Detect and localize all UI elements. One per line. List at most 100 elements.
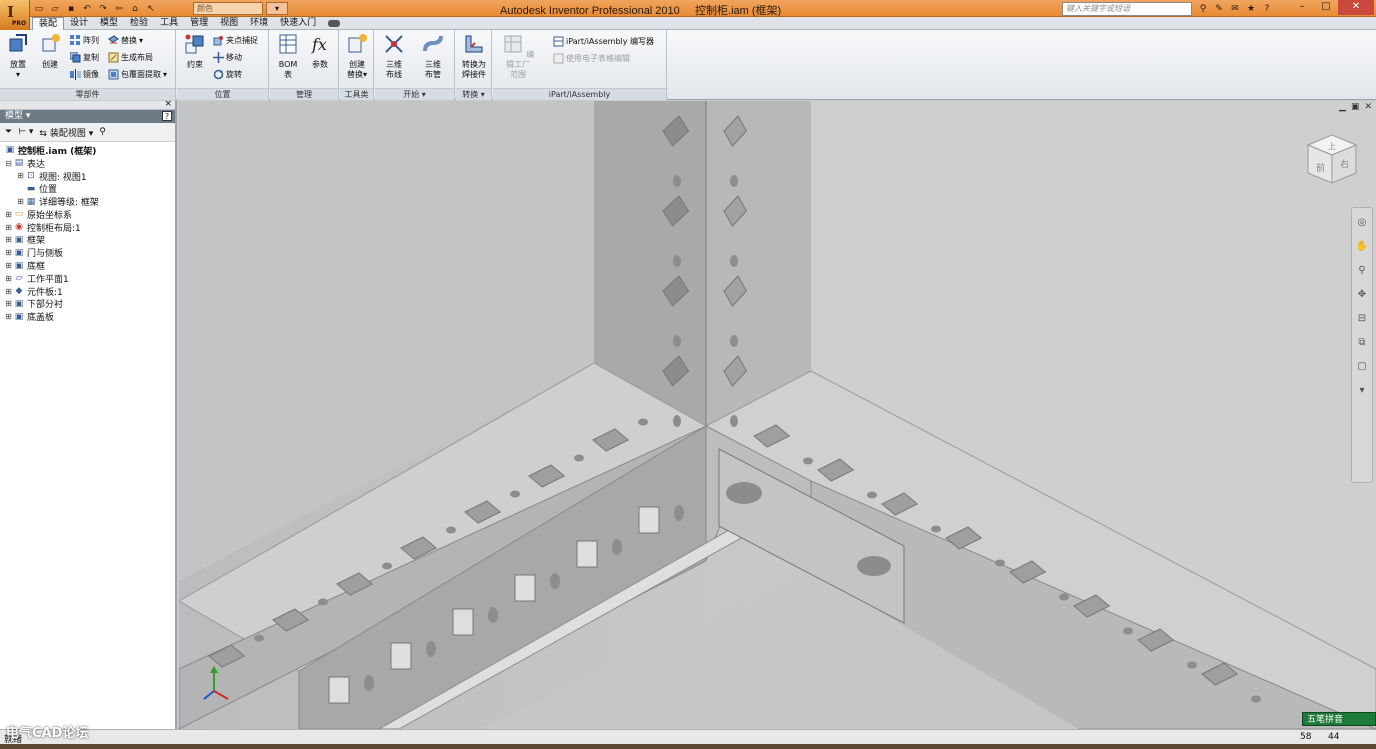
ribbon-minimize-toggle[interactable]	[328, 20, 341, 27]
wrench-icon[interactable]: ✎	[1212, 2, 1226, 15]
save-icon[interactable]: ▪	[64, 2, 78, 15]
edit-via-spreadsheet-button[interactable]: 使用电子表格编辑	[553, 51, 630, 65]
make-layout-button[interactable]: 生成布局	[108, 50, 153, 64]
tab-view[interactable]: 视图	[214, 17, 244, 30]
panel-component-label[interactable]: 零部件	[0, 88, 175, 100]
tree-expander[interactable]: ⊞	[4, 210, 13, 219]
tree-node[interactable]: ⊞ ▣ 框架	[4, 234, 175, 247]
tree-node[interactable]: ⊞ ◉ 控制柜布局:1	[4, 221, 175, 234]
pattern-button[interactable]: 阵列	[70, 33, 99, 47]
tab-get-started[interactable]: 快速入门	[274, 17, 322, 30]
browser-title-bar[interactable]: 模型 ▾ ?	[0, 110, 175, 123]
tree-expander[interactable]: ⊟	[4, 159, 13, 168]
undo-icon[interactable]: ↶	[80, 2, 94, 15]
redo-icon[interactable]: ↷	[96, 2, 110, 15]
find-icon[interactable]: ⚲	[99, 127, 106, 137]
tube-pipe-button[interactable]: 三维 布管	[417, 33, 449, 80]
tree-node[interactable]: ▬ 位置	[4, 182, 175, 196]
tree-node[interactable]: ⊞ ▦ 详细等级: 框架	[4, 195, 175, 209]
update-icon[interactable]: ⌂	[128, 2, 142, 15]
viewport-restore-icon[interactable]: ▣	[1351, 102, 1360, 112]
move-button[interactable]: 移动	[213, 50, 242, 64]
tree-expander[interactable]: ⊞	[4, 299, 13, 308]
constrain-button[interactable]: 约束	[179, 33, 211, 70]
assembly-view-dropdown[interactable]: ⇆ 装配视图 ▾	[39, 126, 93, 139]
tree-node[interactable]: ⊞ ◆ 元件板:1	[4, 285, 175, 298]
navbar-options-icon[interactable]: ▾	[1353, 382, 1371, 400]
tree-node[interactable]: ⊞ ⊡ 视图: 视图1	[4, 170, 175, 183]
communication-icon[interactable]: ✉	[1228, 2, 1242, 15]
create-button[interactable]: 创建	[34, 33, 66, 70]
rotate-button[interactable]: 旋转	[213, 67, 242, 81]
bom-button[interactable]: BOM 表	[272, 33, 304, 80]
replace-button[interactable]: 替换 ▾	[108, 33, 143, 47]
tree-node[interactable]: ⊟ ▤ 表达	[4, 157, 175, 170]
tab-model[interactable]: 模型	[94, 17, 124, 30]
zoom-icon[interactable]: ⚲	[1353, 262, 1371, 280]
tree-node[interactable]: ⊞ ▣ 下部分衬	[4, 298, 175, 311]
tree-expander[interactable]: ⊞	[4, 274, 13, 283]
appearance-combo[interactable]: 颜色	[193, 2, 263, 15]
new-icon[interactable]: ▭	[32, 2, 46, 15]
orbit-icon[interactable]: ✥	[1353, 286, 1371, 304]
ime-indicator[interactable]: 五笔拼音	[1302, 712, 1376, 726]
zoom-all-icon[interactable]: ⧉	[1353, 334, 1371, 352]
tab-manage[interactable]: 管理	[184, 17, 214, 30]
pan-icon[interactable]: ✋	[1353, 238, 1371, 256]
create-substitute-button[interactable]: 创建 替换▾	[341, 33, 373, 80]
edit-factory-scope-button[interactable]: 编辑工厂 范围	[498, 33, 538, 80]
convert-to-weldment-button[interactable]: 转换为 焊接件	[458, 33, 490, 80]
help-search-input[interactable]: 键入关键字或短语	[1062, 2, 1192, 16]
tree-expander[interactable]: ⊞	[4, 248, 13, 257]
tree-expander[interactable]: ⊞	[4, 261, 13, 270]
tree-expander[interactable]: ⊞	[4, 287, 13, 296]
tab-design[interactable]: 设计	[64, 17, 94, 30]
tab-inspect[interactable]: 检验	[124, 17, 154, 30]
return-icon[interactable]: ⇦	[112, 2, 126, 15]
tree-node[interactable]: ⊞ ▭ 原始坐标系	[4, 208, 175, 221]
help-icon[interactable]: ?	[1260, 2, 1274, 15]
viewport-close-icon[interactable]: ✕	[1364, 102, 1372, 112]
tree-expander[interactable]: ⊞	[4, 223, 13, 232]
tree-expander[interactable]: ⊞	[16, 171, 25, 180]
browser-close-icon[interactable]: ×	[164, 99, 172, 109]
minimize-button[interactable]: –	[1290, 0, 1314, 15]
tree-node[interactable]: ⊞ ▣ 底框	[4, 259, 175, 273]
tree-expander[interactable]: ⊞	[4, 312, 13, 321]
maximize-button[interactable]: □	[1314, 0, 1338, 15]
tab-tools[interactable]: 工具	[154, 17, 184, 30]
search-icon[interactable]: ⚲	[1196, 2, 1210, 15]
ipart-author-button[interactable]: iPart/iAssembly 编写器	[553, 34, 654, 48]
tab-environments[interactable]: 环境	[244, 17, 274, 30]
tree-node[interactable]: ⊞ ▣ 底盖板	[4, 310, 175, 324]
view-face-icon[interactable]: ▢	[1353, 358, 1371, 376]
viewcube[interactable]: 上 前 右	[1304, 131, 1360, 187]
assembly-model-view[interactable]	[179, 101, 1376, 729]
grip-snap-button[interactable]: 夹点捕捉	[213, 33, 258, 47]
tab-assemble[interactable]: 装配	[32, 17, 65, 30]
color-override-button[interactable]: ▾	[266, 2, 288, 15]
favorites-icon[interactable]: ★	[1244, 2, 1258, 15]
steering-wheel-icon[interactable]: ◎	[1353, 214, 1371, 232]
panel-begin-label[interactable]: 开始 ▾	[375, 88, 454, 100]
tree-expander[interactable]: ⊞	[4, 235, 13, 244]
look-at-icon[interactable]: ⊟	[1353, 310, 1371, 328]
tree-node[interactable]: ▣ 控制柜.iam (框架)	[4, 144, 175, 157]
parameters-button[interactable]: fx 参数	[304, 33, 336, 70]
mirror-button[interactable]: 镜像	[70, 67, 99, 81]
tree-expander[interactable]: ⊞	[16, 197, 25, 206]
graphics-viewport[interactable]: ▁ ▣ ✕ 上 前 右 ◎ ✋ ⚲ ✥ ⊟ ⧉ ▢ ▾	[179, 101, 1376, 729]
tree-node[interactable]: ⊞ ▱ 工作平面1	[4, 272, 175, 285]
select-icon[interactable]: ↖	[144, 2, 158, 15]
copy-button[interactable]: 复制	[70, 50, 99, 64]
application-menu-button[interactable]: I PRO	[0, 0, 30, 30]
hierarchy-icon[interactable]: ⊢ ▾	[18, 127, 33, 137]
panel-convert-label[interactable]: 转换 ▾	[456, 88, 491, 100]
browser-help-icon[interactable]: ?	[162, 111, 172, 121]
shrinkwrap-button[interactable]: 包覆面提取 ▾	[108, 67, 167, 81]
place-button[interactable]: 放置 ▾	[2, 33, 34, 80]
open-icon[interactable]: ▱	[48, 2, 62, 15]
cable-harness-button[interactable]: 三维 布线	[378, 33, 410, 80]
viewport-minimize-icon[interactable]: ▁	[1339, 102, 1346, 112]
tree-node[interactable]: ⊞ ▣ 门与侧板	[4, 246, 175, 260]
